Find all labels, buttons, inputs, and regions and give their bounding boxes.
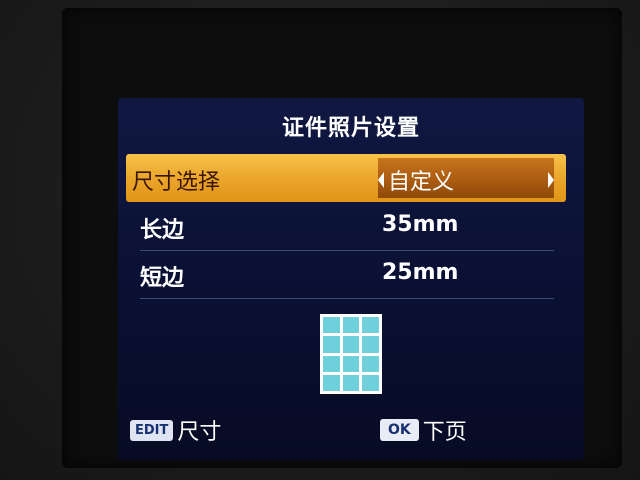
divider (140, 298, 554, 299)
size-select-value-text: 自定义 (388, 170, 455, 195)
grid-cell (361, 354, 380, 373)
grid-cell (341, 373, 361, 393)
size-select-row[interactable]: 尺寸选择 自定义 (126, 154, 566, 202)
grid-cell (322, 354, 341, 373)
size-select-value[interactable]: 自定义 (378, 158, 554, 198)
edit-size-label: 尺寸 (177, 420, 222, 445)
grid-cell (341, 354, 361, 373)
edit-key[interactable]: EDIT (130, 419, 174, 441)
grid-cell (322, 335, 341, 354)
grid-cell (341, 315, 361, 335)
next-page-label: 下页 (422, 420, 467, 445)
right-arrow-icon[interactable] (548, 172, 554, 188)
ok-key[interactable]: OK (380, 419, 419, 441)
next-page-button[interactable]: OK 下页 (380, 414, 467, 446)
long-side-row[interactable]: 长边 35mm (126, 202, 566, 250)
short-side-row[interactable]: 短边 25mm (126, 250, 566, 298)
left-arrow-icon[interactable] (378, 172, 384, 188)
long-side-value: 35mm (382, 212, 459, 237)
size-select-label: 尺寸选择 (132, 170, 221, 195)
grid-cell (361, 373, 380, 393)
grid-cell (322, 373, 341, 393)
grid-cell (361, 335, 380, 354)
grid-cell (361, 315, 380, 335)
short-side-label: 短边 (140, 266, 185, 291)
long-side-label: 长边 (140, 218, 185, 243)
page-title: 证件照片设置 (281, 116, 420, 141)
edit-size-button[interactable]: EDIT 尺寸 (130, 414, 221, 446)
photo-grid-icon (320, 314, 382, 394)
lcd-screen: 证件照片设置 尺寸选择 自定义 长边 35mm 短边 25mm EDIT 尺寸 (118, 98, 584, 460)
grid-cell (322, 315, 341, 335)
short-side-value: 25mm (382, 260, 459, 285)
grid-cell (341, 335, 361, 354)
